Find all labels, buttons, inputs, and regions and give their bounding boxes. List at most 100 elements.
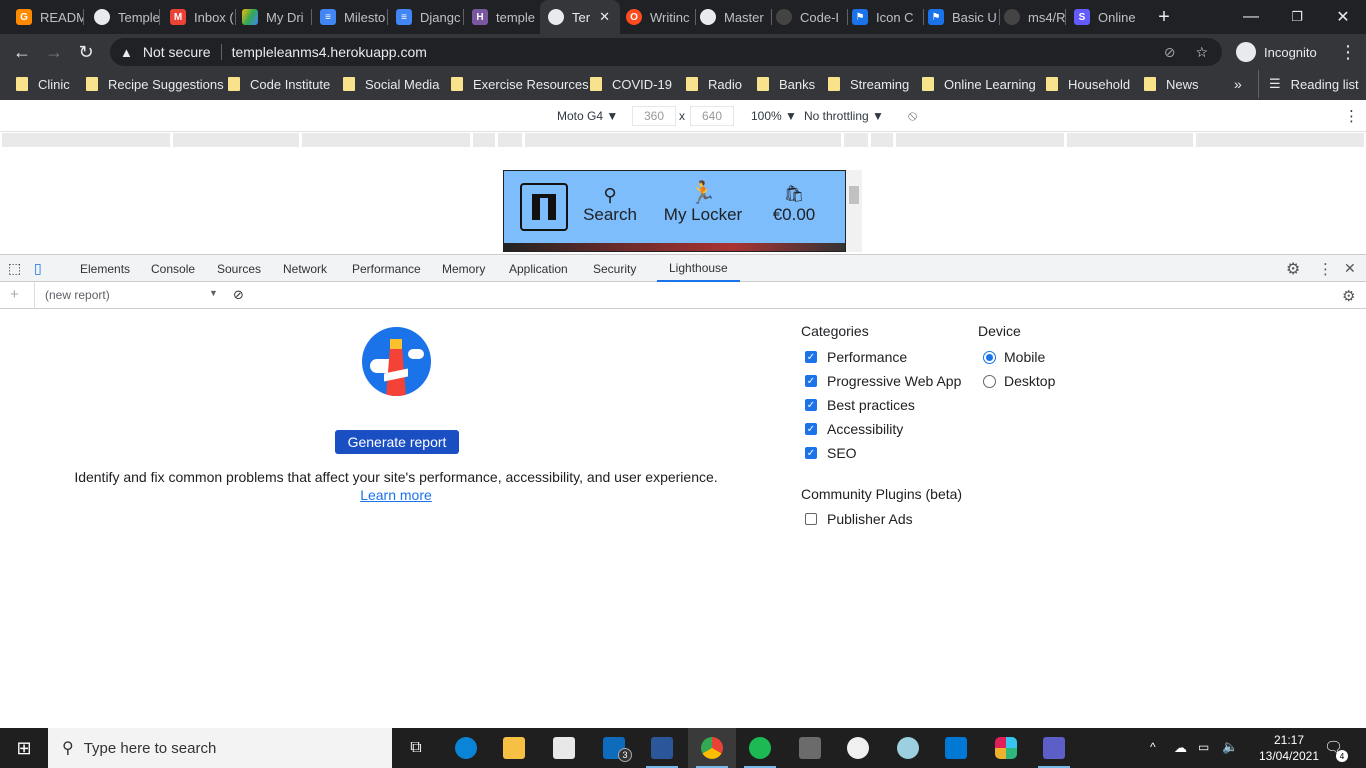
chevron-down-icon[interactable]: ▼	[209, 288, 218, 298]
tab[interactable]: G READM	[4, 0, 84, 34]
media-query-segment[interactable]	[871, 133, 893, 147]
device-mobile[interactable]: Mobile	[983, 349, 1045, 365]
outlook-app[interactable]	[932, 728, 980, 768]
nav-my-locker[interactable]: 🏃 My Locker	[658, 181, 748, 225]
category-accessibility[interactable]: ✓ Accessibility	[805, 421, 903, 437]
media-query-segment[interactable]	[844, 133, 868, 147]
zoom-select[interactable]: 100% ▼	[751, 109, 797, 123]
media-query-segment[interactable]	[1067, 133, 1193, 147]
clock[interactable]: 21:17 13/04/2021	[1254, 732, 1324, 764]
tab-elements[interactable]: Elements	[80, 255, 130, 282]
bookmark-folder[interactable]: Streaming	[828, 70, 909, 98]
menu-icon[interactable]: ⋮	[1336, 40, 1360, 64]
mail-app[interactable]: 3	[590, 728, 638, 768]
media-query-segment[interactable]	[2, 133, 170, 147]
tab-performance[interactable]: Performance	[352, 255, 421, 282]
media-query-segment[interactable]	[473, 133, 495, 147]
tab-application[interactable]: Application	[509, 255, 568, 282]
report-select[interactable]: (new report)	[45, 288, 110, 302]
tab[interactable]: Code-I	[772, 0, 848, 34]
tab[interactable]: My Dri	[236, 0, 312, 34]
checkbox-checked-icon[interactable]: ✓	[805, 375, 817, 387]
checkbox-checked-icon[interactable]: ✓	[805, 447, 817, 459]
media-query-segment[interactable]	[1196, 133, 1364, 147]
tab[interactable]: Temple	[84, 0, 160, 34]
settings-gear-icon[interactable]: ⚙	[1286, 255, 1300, 282]
reading-list-button[interactable]: ☰ Reading list	[1258, 70, 1359, 98]
media-query-segment[interactable]	[302, 133, 470, 147]
bookmark-folder[interactable]: Banks	[757, 70, 815, 98]
bookmark-folder[interactable]: Online Learning	[922, 70, 1036, 98]
tab[interactable]: Master	[696, 0, 772, 34]
calculator-app[interactable]	[786, 728, 834, 768]
spotify-app[interactable]	[736, 728, 784, 768]
bookmark-folder[interactable]: Code Institute	[228, 70, 330, 98]
radio-icon[interactable]	[983, 374, 996, 388]
device-desktop[interactable]: Desktop	[983, 373, 1055, 389]
slack-app[interactable]	[982, 728, 1030, 768]
tab-active[interactable]: Ter ✕	[540, 0, 620, 34]
word-app[interactable]	[638, 728, 686, 768]
bookmark-folder[interactable]: News	[1144, 70, 1199, 98]
bookmark-folder[interactable]: Household	[1046, 70, 1130, 98]
category-performance[interactable]: ✓ Performance	[805, 349, 907, 365]
tab[interactable]: S Online	[1066, 0, 1142, 34]
tab[interactable]: M Inbox (	[160, 0, 236, 34]
start-button[interactable]: ⊞	[0, 728, 48, 768]
media-query-segment[interactable]	[896, 133, 1064, 147]
checkbox-checked-icon[interactable]: ✓	[805, 351, 817, 363]
clear-icon[interactable]: ⊘	[233, 287, 244, 303]
star-icon[interactable]: ☆	[1195, 44, 1208, 61]
tab[interactable]: O Writinc	[620, 0, 696, 34]
bookmark-folder[interactable]: Recipe Suggestions	[86, 70, 224, 98]
eye-off-icon[interactable]: ⊘	[1164, 44, 1176, 61]
battery-icon[interactable]: ▭	[1198, 740, 1209, 754]
media-query-segment[interactable]	[173, 133, 299, 147]
tab-memory[interactable]: Memory	[442, 255, 485, 282]
tab[interactable]: ⚑ Basic U	[924, 0, 1000, 34]
viewport-scrollbar[interactable]	[846, 170, 862, 252]
store-app[interactable]	[540, 728, 588, 768]
more-options-icon[interactable]: ⋮	[1318, 255, 1333, 282]
checkbox-checked-icon[interactable]: ✓	[805, 423, 817, 435]
category-pwa[interactable]: ✓ Progressive Web App	[805, 373, 961, 389]
media-query-segment[interactable]	[525, 133, 841, 147]
restore-button[interactable]: ❐	[1274, 0, 1320, 34]
minimize-button[interactable]: —	[1228, 0, 1274, 34]
checkbox-icon[interactable]	[805, 513, 817, 525]
paint-app[interactable]	[884, 728, 932, 768]
tab-sources[interactable]: Sources	[217, 255, 261, 282]
category-seo[interactable]: ✓ SEO	[805, 445, 857, 461]
nav-basket[interactable]: 🛍 €0.00	[764, 185, 824, 225]
nav-search[interactable]: ⚲ Search	[580, 185, 640, 225]
back-button[interactable]: ←	[10, 40, 34, 64]
radio-selected-icon[interactable]	[983, 350, 996, 364]
bookmark-folder[interactable]: Radio	[686, 70, 742, 98]
onedrive-icon[interactable]: ☁	[1174, 740, 1187, 756]
scrollbar-thumb[interactable]	[849, 186, 859, 204]
tab-network[interactable]: Network	[283, 255, 327, 282]
bookmark-folder[interactable]: COVID-19	[590, 70, 672, 98]
close-window-button[interactable]: ✕	[1320, 0, 1366, 34]
inspect-element-icon[interactable]: ⬚	[8, 255, 21, 282]
learn-more-link[interactable]: Learn more	[0, 487, 792, 503]
new-tab-button[interactable]: +	[1144, 0, 1184, 34]
taskbar-search[interactable]: ⚲ Type here to search	[48, 728, 392, 768]
tab-security[interactable]: Security	[593, 255, 636, 282]
plugin-publisher-ads[interactable]: Publisher Ads	[805, 511, 913, 527]
plus-icon[interactable]: +	[10, 286, 19, 303]
checkbox-checked-icon[interactable]: ✓	[805, 399, 817, 411]
chrome-app[interactable]	[688, 728, 736, 768]
forward-button[interactable]: →	[42, 40, 66, 64]
close-tab-icon[interactable]: ✕	[599, 9, 610, 25]
throttling-select[interactable]: No throttling ▼	[804, 109, 884, 123]
tab[interactable]: Htemple	[464, 0, 540, 34]
itunes-app[interactable]	[834, 728, 882, 768]
url-text[interactable]: templeleanms4.herokuapp.com	[232, 44, 427, 60]
file-explorer-app[interactable]	[490, 728, 538, 768]
teams-app[interactable]	[1030, 728, 1078, 768]
bookmark-folder[interactable]: Clinic	[16, 70, 70, 98]
bookmarks-overflow-button[interactable]: »	[1234, 70, 1242, 98]
reload-button[interactable]: ↻	[74, 40, 98, 64]
tab[interactable]: ms4/R	[1000, 0, 1066, 34]
